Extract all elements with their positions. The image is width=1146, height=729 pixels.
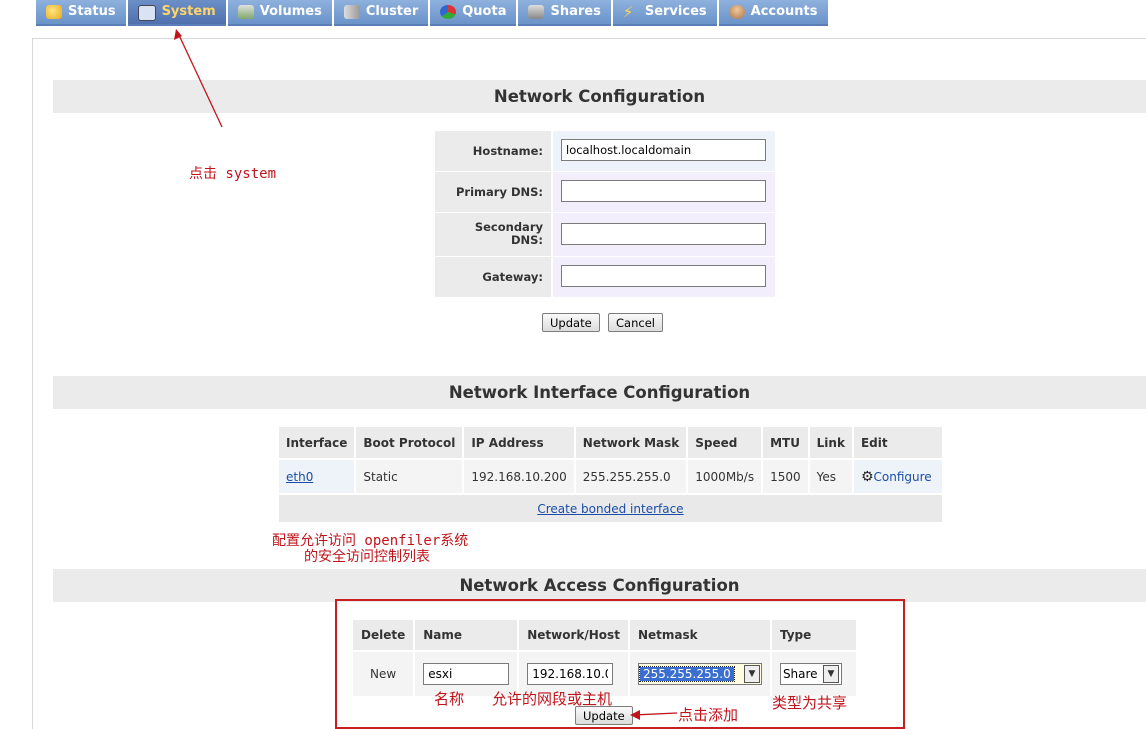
arrow-to-update-icon [630, 710, 678, 720]
annotation-arrows [174, 29, 678, 720]
arrow-to-system-tab-icon [174, 29, 223, 128]
